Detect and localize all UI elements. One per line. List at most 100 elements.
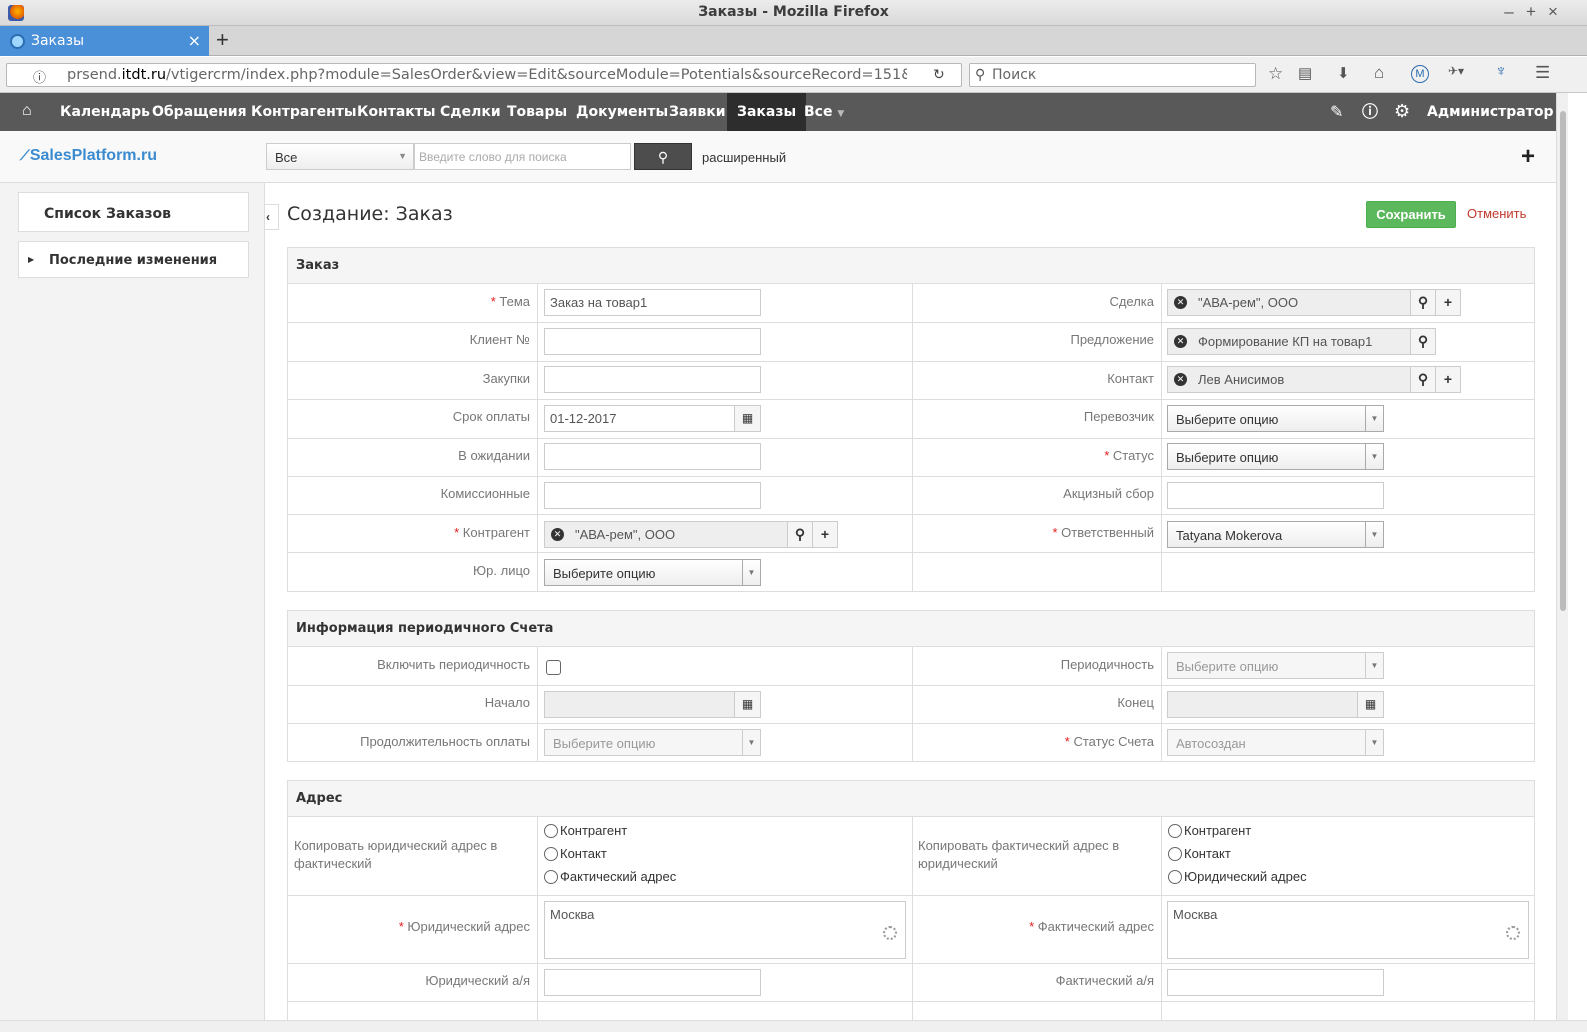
gear-icon[interactable]: ⚙ bbox=[1394, 93, 1410, 131]
legal-address-textarea[interactable]: Москва bbox=[544, 901, 906, 959]
due-date-input[interactable]: 01-12-2017 bbox=[544, 405, 735, 432]
deal-field[interactable]: ✕ "АВА-рем", ООО bbox=[1167, 289, 1411, 316]
menu-calendar[interactable]: Календарь bbox=[60, 93, 150, 131]
radio-copy-legal-actual[interactable]: Фактический адрес bbox=[544, 869, 676, 884]
owner-label: * Ответственный bbox=[1052, 525, 1154, 540]
legal-entity-select[interactable]: Выберите опцию ▼ bbox=[544, 559, 761, 586]
search-button[interactable]: ⚲ bbox=[634, 143, 692, 170]
search-scope-select[interactable]: Все ▼ bbox=[266, 143, 414, 170]
menu-all[interactable]: Все ▼ bbox=[804, 93, 844, 131]
pending-input[interactable] bbox=[544, 443, 761, 470]
url-bar[interactable]: ⓘ prsend.itdt.ru/vtigercrm/index.php?mod… bbox=[6, 63, 962, 87]
radio-copy-actual-legal[interactable]: Юридический адрес bbox=[1168, 869, 1307, 884]
menu-accounts[interactable]: Контрагенты bbox=[251, 93, 357, 131]
status-select[interactable]: Выберите опцию ▼ bbox=[1167, 443, 1384, 470]
enable-recurring-checkbox[interactable] bbox=[546, 660, 561, 675]
extension-m-icon[interactable]: M bbox=[1411, 65, 1429, 83]
deal-add-icon[interactable]: + bbox=[1435, 289, 1461, 316]
purchases-input[interactable] bbox=[544, 366, 761, 393]
end-date-input[interactable] bbox=[1167, 691, 1358, 718]
legal-box-label: Юридический а/я bbox=[425, 973, 530, 988]
clear-icon[interactable]: ✕ bbox=[1174, 296, 1187, 309]
contact-label: Контакт bbox=[1107, 371, 1154, 386]
menu-icon[interactable]: ☰ bbox=[1535, 63, 1550, 83]
menu-products[interactable]: Товары bbox=[507, 93, 567, 131]
deal-search-icon[interactable]: ⚲ bbox=[1410, 289, 1436, 316]
sidebar-orders-list[interactable]: Список Заказов bbox=[18, 192, 249, 232]
close-tab-icon[interactable]: × bbox=[188, 31, 201, 50]
collapse-sidebar-icon[interactable]: ‹ bbox=[265, 204, 279, 230]
cancel-link[interactable]: Отменить bbox=[1467, 206, 1526, 221]
menu-deals[interactable]: Сделки bbox=[440, 93, 501, 131]
download-icon[interactable]: ⬇ bbox=[1337, 64, 1350, 82]
account-search-icon[interactable]: ⚲ bbox=[787, 521, 813, 548]
calendar-icon[interactable]: ▦ bbox=[734, 691, 761, 718]
info-icon[interactable]: ⓘ bbox=[1362, 93, 1378, 131]
menu-requests[interactable]: Заявки bbox=[669, 93, 726, 131]
menu-documents[interactable]: Документы bbox=[576, 93, 668, 131]
radio-copy-legal-contact[interactable]: Контакт bbox=[544, 846, 607, 861]
menu-tickets[interactable]: Обращения bbox=[152, 93, 247, 131]
browser-search-input[interactable]: ⚲ Поиск bbox=[969, 63, 1256, 87]
sidebar-recent-updates[interactable]: ▶ Последние изменения bbox=[18, 241, 249, 278]
info-icon[interactable]: ⓘ bbox=[33, 67, 46, 86]
invoice-status-select[interactable]: Автосоздан ▼ bbox=[1167, 729, 1384, 756]
clear-icon[interactable]: ✕ bbox=[1174, 373, 1187, 386]
tab-orders[interactable]: Заказы × bbox=[0, 26, 209, 56]
maximize-icon[interactable]: + bbox=[1521, 2, 1541, 22]
home-icon[interactable]: ⌂ bbox=[22, 102, 32, 120]
user-menu[interactable]: Администратор ▼ bbox=[1427, 93, 1556, 157]
duration-select[interactable]: Выберите опцию ▼ bbox=[544, 729, 761, 756]
calendar-icon[interactable]: ▦ bbox=[734, 405, 761, 432]
quote-label: Предложение bbox=[1070, 332, 1154, 347]
copy-legal-label: Копировать юридический адрес в фактическ… bbox=[294, 838, 498, 871]
quick-create-icon[interactable]: + bbox=[1521, 143, 1535, 171]
menu-orders[interactable]: Заказы bbox=[727, 93, 807, 131]
frequency-select[interactable]: Выберите опцию ▼ bbox=[1167, 652, 1384, 679]
clear-icon[interactable]: ✕ bbox=[1174, 335, 1187, 348]
minimize-icon[interactable]: – bbox=[1499, 2, 1519, 22]
actual-box-input[interactable] bbox=[1167, 969, 1384, 996]
home-icon[interactable]: ⌂ bbox=[1374, 63, 1384, 83]
bookmark-star-icon[interactable]: ☆ bbox=[1268, 64, 1283, 84]
start-date-input[interactable] bbox=[544, 691, 735, 718]
subject-input[interactable]: Заказ на товар1 bbox=[544, 289, 761, 316]
carrier-select[interactable]: Выберите опцию ▼ bbox=[1167, 405, 1384, 432]
reading-list-icon[interactable]: ▤ bbox=[1298, 64, 1312, 82]
contact-add-icon[interactable]: + bbox=[1435, 366, 1461, 393]
quote-search-icon[interactable]: ⚲ bbox=[1410, 328, 1436, 355]
contact-search-icon[interactable]: ⚲ bbox=[1410, 366, 1436, 393]
account-add-icon[interactable]: + bbox=[812, 521, 838, 548]
radio-copy-actual-contact[interactable]: Контакт bbox=[1168, 846, 1231, 861]
client-no-input[interactable] bbox=[544, 328, 761, 355]
account-field[interactable]: ✕ "АВА-рем", ООО bbox=[544, 521, 788, 548]
vertical-scrollbar[interactable] bbox=[1556, 93, 1568, 1020]
excise-input[interactable] bbox=[1167, 482, 1384, 509]
search-icon: ⚲ bbox=[657, 149, 669, 165]
global-search-input[interactable]: Введите слово для поиска bbox=[414, 143, 631, 170]
radio-copy-actual-account[interactable]: Контрагент bbox=[1168, 823, 1251, 838]
close-icon[interactable]: × bbox=[1543, 2, 1563, 22]
extension-icon[interactable]: ♆ bbox=[1495, 63, 1507, 81]
radio-copy-legal-account[interactable]: Контрагент bbox=[544, 823, 627, 838]
commission-input[interactable] bbox=[544, 482, 761, 509]
browser-toolbar: ← ⓘ prsend.itdt.ru/vtigercrm/index.php?m… bbox=[0, 57, 1587, 93]
reload-icon[interactable]: ↻ bbox=[933, 66, 945, 83]
copy-actual-label: Копировать фактический адрес в юридическ… bbox=[918, 838, 1120, 871]
actual-address-textarea[interactable]: Москва bbox=[1167, 901, 1529, 959]
save-button[interactable]: Сохранить bbox=[1366, 201, 1456, 228]
extension-dropdown-icon[interactable]: ✈▾ bbox=[1448, 64, 1464, 78]
clear-icon[interactable]: ✕ bbox=[551, 528, 564, 541]
contact-field[interactable]: ✕ Лев Анисимов bbox=[1167, 366, 1411, 393]
brush-icon[interactable]: ✎ bbox=[1330, 93, 1343, 131]
legal-box-input[interactable] bbox=[544, 969, 761, 996]
logo[interactable]: ⟋SalesPlatform.ru bbox=[20, 147, 157, 165]
owner-select[interactable]: Tatyana Mokerova ▼ bbox=[1167, 521, 1384, 548]
search-icon: ⚲ bbox=[975, 67, 986, 83]
quote-field[interactable]: ✕ Формирование КП на товар1 bbox=[1167, 328, 1411, 355]
new-tab-icon[interactable]: + bbox=[216, 27, 229, 53]
advanced-search-link[interactable]: расширенный bbox=[702, 150, 786, 165]
horizontal-scrollbar[interactable] bbox=[0, 1020, 1587, 1032]
menu-contacts[interactable]: Контакты bbox=[357, 93, 436, 131]
calendar-icon[interactable]: ▦ bbox=[1357, 691, 1384, 718]
